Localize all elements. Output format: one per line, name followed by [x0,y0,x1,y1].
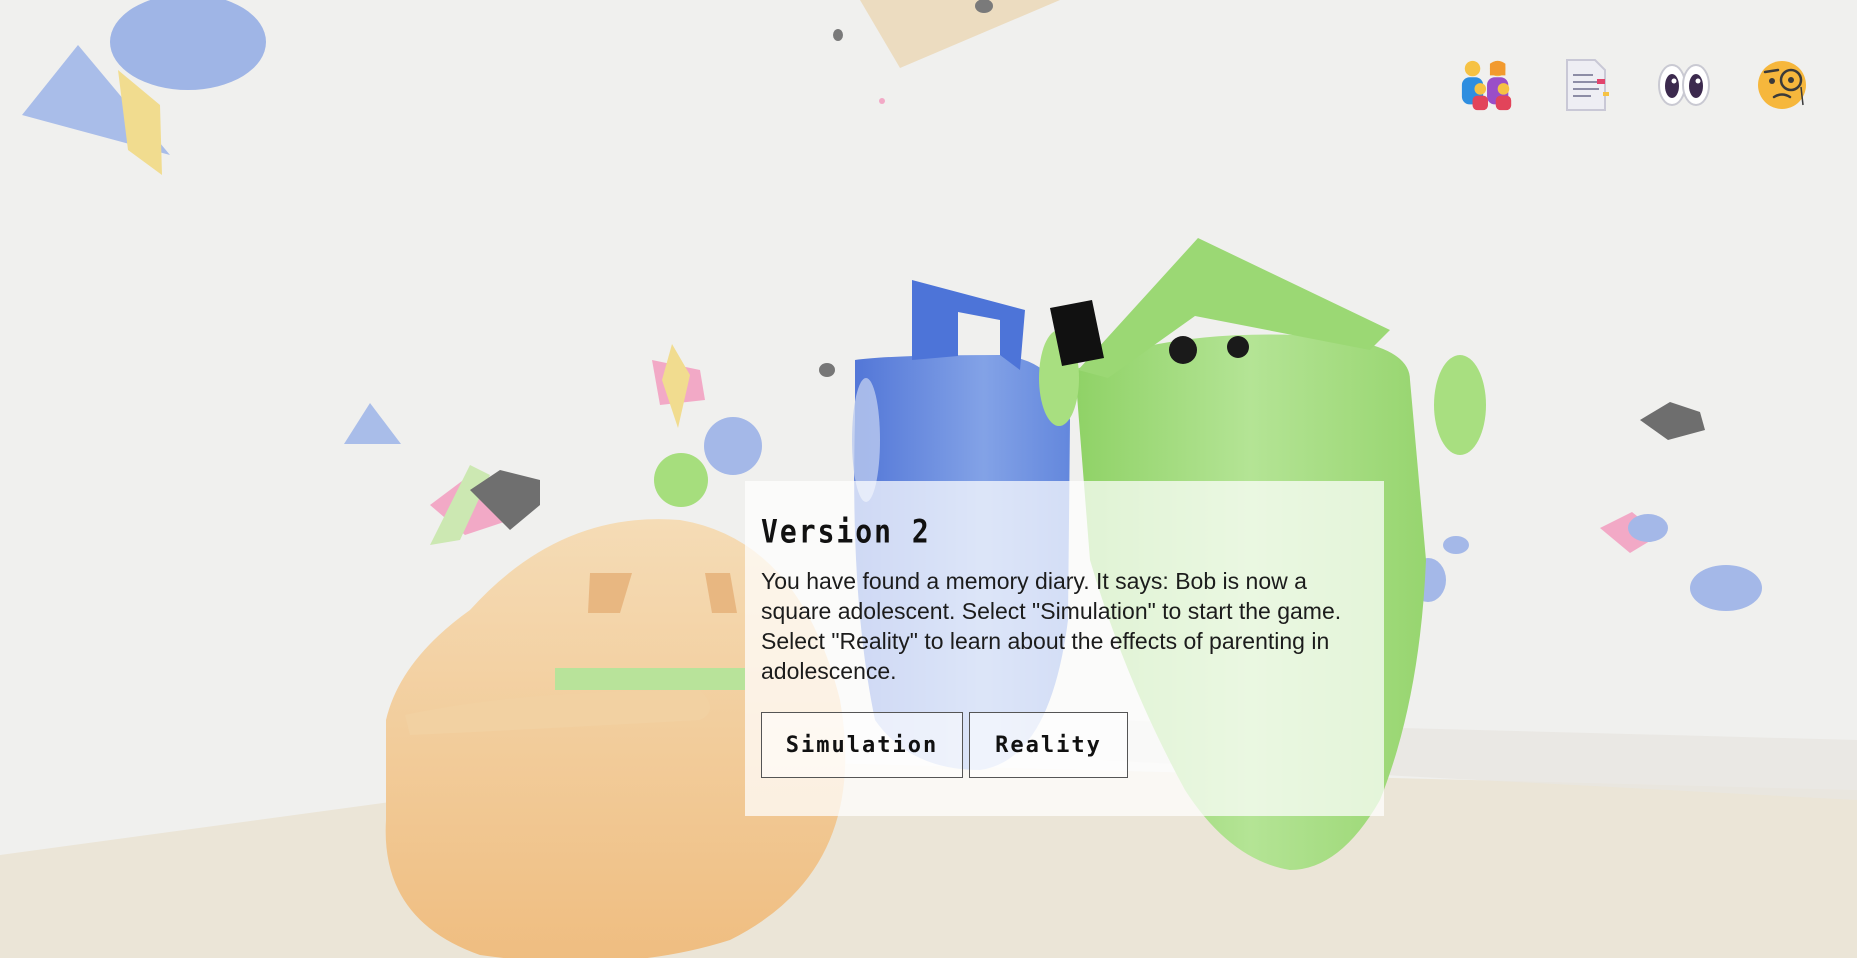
monocle-face-icon[interactable] [1753,56,1811,114]
simulation-button[interactable]: Simulation [761,712,963,778]
blue-sphere [704,417,762,475]
family-icon[interactable] [1459,56,1517,114]
blue-triangle [344,403,401,444]
gray-rock-right [1640,402,1705,440]
blue-egg-small [1443,536,1469,554]
diary-page-icon[interactable] [1557,56,1615,114]
beige-plank [860,0,1060,68]
gray-pebble [819,363,835,377]
pink-dot [879,98,885,104]
blue-boulder [110,0,266,90]
top-icon-bar [1459,56,1811,114]
dialog-title: Version 2 [761,512,931,551]
green-eye-left [1169,336,1197,364]
small-rock [833,29,843,41]
green-eye-right [1227,336,1249,358]
yellow-shard [118,70,162,175]
dialog-button-row: Simulation Reality [761,712,1368,778]
blue-egg-right [1628,514,1668,542]
yellow-crystal [662,344,690,428]
green-sphere [654,453,708,507]
green-ear-right [1434,355,1486,455]
memory-diary-dialog: Version 2 You have found a memory diary.… [745,481,1384,816]
orange-mouth [555,668,745,690]
dialog-message: You have found a memory diary. It says: … [761,568,1342,684]
eyes-icon[interactable] [1655,56,1713,114]
blue-boulder-right [1690,565,1762,611]
reality-button[interactable]: Reality [969,712,1128,778]
